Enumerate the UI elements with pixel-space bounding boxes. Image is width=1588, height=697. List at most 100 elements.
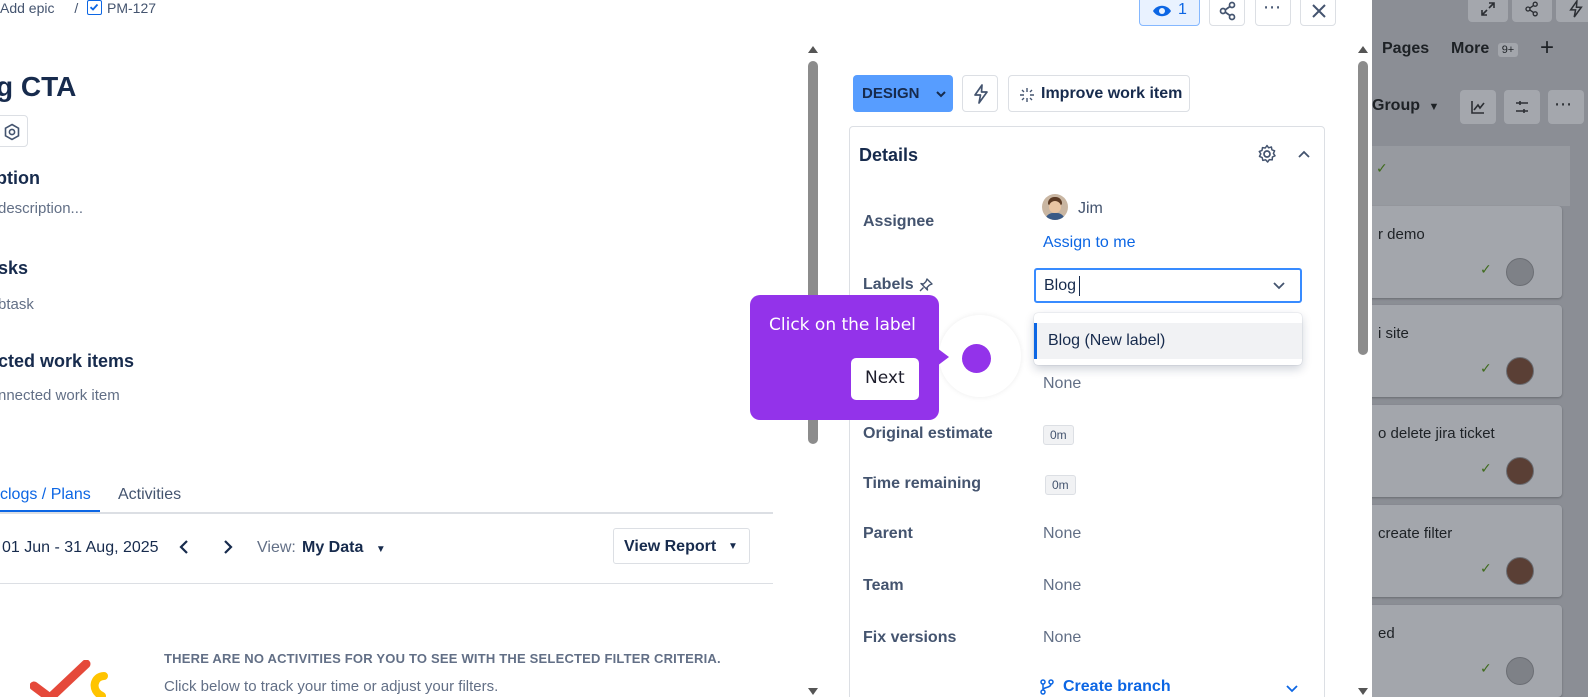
hotspot-dot[interactable] xyxy=(962,344,991,373)
avatar xyxy=(1506,657,1534,685)
subtasks-heading: sks xyxy=(0,258,29,278)
view-report-label: View Report xyxy=(624,538,717,555)
view-settings-button[interactable] xyxy=(1504,90,1540,124)
expand-button[interactable] xyxy=(1468,0,1508,22)
more-horizontal-icon: ⋯ xyxy=(1554,94,1572,114)
breadcrumb-separator: / xyxy=(74,0,79,16)
details-heading: Details xyxy=(859,145,919,165)
add-connected-placeholder[interactable]: nnected work item xyxy=(0,387,120,404)
labels-input[interactable]: Blog xyxy=(1034,268,1302,303)
next-range-button[interactable] xyxy=(217,536,237,558)
view-select[interactable]: My Data ▼ xyxy=(302,539,386,557)
apps-button[interactable] xyxy=(0,115,28,147)
issue-key-link[interactable]: PM-127 xyxy=(107,0,156,16)
branch-icon xyxy=(1040,679,1054,695)
breadcrumb: Add epic / xyxy=(0,0,86,16)
group-button[interactable]: Group ▼ xyxy=(1372,97,1439,115)
share-button[interactable] xyxy=(1209,0,1245,26)
assign-to-me-link[interactable]: Assign to me xyxy=(1043,234,1135,252)
avatar xyxy=(1506,457,1534,485)
add-epic-link[interactable]: Add epic xyxy=(0,0,54,16)
issue-title[interactable]: g CTA xyxy=(0,71,76,103)
hexagon-settings-icon xyxy=(4,123,20,141)
insights-button[interactable] xyxy=(1460,90,1496,124)
tab-backlogs-plans[interactable]: clogs / Plans xyxy=(0,486,91,504)
team-value[interactable]: None xyxy=(1043,577,1081,595)
original-estimate-label: Original estimate xyxy=(863,425,993,442)
group-label: Group xyxy=(1372,97,1420,114)
view-label: View: xyxy=(257,539,296,556)
scroll-down-arrow[interactable] xyxy=(807,687,819,697)
automation-button[interactable] xyxy=(962,75,998,112)
board-card[interactable]: ed ✓ xyxy=(1372,605,1562,697)
scroll-up-arrow[interactable] xyxy=(807,44,819,54)
done-check-icon: ✓ xyxy=(1480,261,1492,277)
caret-down-icon: ▼ xyxy=(728,541,738,552)
watch-count: 1 xyxy=(1178,1,1187,18)
lightning-icon xyxy=(974,84,988,104)
more-tab[interactable]: More 9+ xyxy=(1451,40,1519,58)
fix-versions-label: Fix versions xyxy=(863,629,957,646)
watch-button[interactable]: 1 xyxy=(1139,0,1200,26)
timesheet-divider xyxy=(0,583,773,584)
gear-icon[interactable] xyxy=(1257,144,1277,164)
scroll-up-arrow[interactable] xyxy=(1357,44,1369,54)
parent-value[interactable]: None xyxy=(1043,525,1081,543)
tooltip-text: Click on the label xyxy=(769,315,916,335)
avatar xyxy=(1042,194,1068,220)
chevron-down-icon xyxy=(936,91,946,98)
parent-label: Parent xyxy=(863,525,913,542)
chevron-right-icon xyxy=(224,540,233,554)
pin-icon[interactable] xyxy=(918,277,934,293)
done-check-icon: ✓ xyxy=(1480,560,1492,576)
close-button[interactable] xyxy=(1300,0,1336,26)
add-tab-icon[interactable]: + xyxy=(1540,34,1554,62)
card-title: ed xyxy=(1378,625,1395,642)
right-pane-scrollbar-thumb[interactable] xyxy=(1358,61,1368,355)
board-card[interactable]: r demo ✓ xyxy=(1372,206,1562,298)
description-placeholder[interactable]: description... xyxy=(0,200,83,217)
share-icon xyxy=(1219,1,1236,21)
labels-option-label: Blog (New label) xyxy=(1048,332,1166,349)
original-estimate-value[interactable]: 0m xyxy=(1043,425,1074,445)
chevron-down-icon[interactable] xyxy=(1272,280,1286,292)
status-button[interactable]: DESIGN xyxy=(853,75,953,112)
chevron-down-icon[interactable] xyxy=(1285,683,1299,695)
obscured-field-value[interactable]: None xyxy=(1043,375,1081,393)
done-check-icon: ✓ xyxy=(1480,660,1492,676)
fix-versions-value[interactable]: None xyxy=(1043,629,1081,647)
more-horizontal-icon: ⋯ xyxy=(1263,0,1282,17)
card-title: i site xyxy=(1378,325,1409,342)
labels-option-new[interactable]: Blog (New label) xyxy=(1034,323,1302,359)
assignee-value[interactable]: Jim xyxy=(1078,200,1103,218)
tooltip-arrow xyxy=(937,348,949,366)
chevron-up-icon[interactable] xyxy=(1297,148,1311,160)
backdrop-automation-button[interactable] xyxy=(1556,0,1588,22)
add-subtask-placeholder[interactable]: btask xyxy=(0,296,34,313)
sliders-icon xyxy=(1516,101,1528,113)
more-tab-label: More xyxy=(1451,40,1490,57)
labels-dropdown: Blog (New label) xyxy=(1034,313,1302,365)
next-button[interactable]: Next xyxy=(851,358,919,400)
board-card[interactable]: create filter ✓ xyxy=(1372,505,1562,597)
expand-icon xyxy=(1481,2,1495,16)
view-report-button[interactable]: View Report ▼ xyxy=(613,528,750,564)
more-actions-button[interactable]: ⋯ xyxy=(1255,0,1291,26)
status-label: DESIGN xyxy=(862,85,920,102)
board-card[interactable]: o delete jira ticket ✓ xyxy=(1372,405,1562,497)
create-branch-link[interactable]: Create branch xyxy=(1063,678,1171,696)
labels-input-value: Blog xyxy=(1044,277,1077,294)
done-check-icon: ✓ xyxy=(1480,460,1492,476)
time-remaining-value[interactable]: 0m xyxy=(1045,475,1076,495)
pages-tab[interactable]: Pages xyxy=(1382,40,1429,58)
previous-range-button[interactable] xyxy=(175,536,195,558)
backdrop-share-button[interactable] xyxy=(1512,0,1552,22)
backdrop-more-button[interactable]: ⋯ xyxy=(1548,90,1584,124)
scroll-down-arrow[interactable] xyxy=(1357,687,1369,697)
close-icon xyxy=(1312,4,1326,18)
task-type-icon xyxy=(87,0,102,15)
board-card[interactable]: i site ✓ xyxy=(1372,305,1562,397)
improve-work-item-button[interactable]: Improve work item xyxy=(1008,75,1190,112)
tab-activities[interactable]: Activities xyxy=(118,486,181,504)
avatar xyxy=(1506,557,1534,585)
